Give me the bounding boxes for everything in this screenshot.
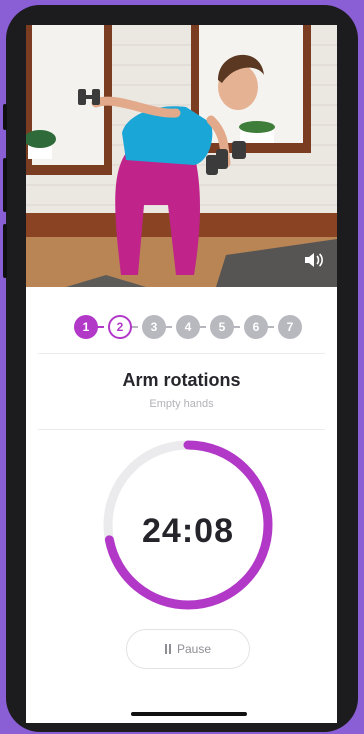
step-1[interactable]: 1 <box>74 315 98 339</box>
app-screen: 1 2 3 4 5 6 7 Arm rotations Empty hands … <box>26 25 337 723</box>
step-5[interactable]: 5 <box>210 315 234 339</box>
workout-video-frame <box>26 25 337 287</box>
step-3[interactable]: 3 <box>142 315 166 339</box>
exercise-title: Arm rotations <box>122 370 241 390</box>
divider <box>38 353 325 354</box>
step-4[interactable]: 4 <box>176 315 200 339</box>
pause-button[interactable]: Pause <box>126 629 250 669</box>
step-7[interactable]: 7 <box>278 315 302 339</box>
side-button <box>3 224 7 278</box>
pause-icon <box>164 644 171 654</box>
step-progress: 1 2 3 4 5 6 7 <box>26 315 337 339</box>
side-button <box>3 104 7 130</box>
speaker-icon[interactable] <box>303 251 325 269</box>
timer-value: 24:08 <box>142 512 234 550</box>
divider <box>38 429 325 430</box>
pause-label: Pause <box>176 642 212 656</box>
workout-video[interactable] <box>26 25 337 287</box>
step-6[interactable]: 6 <box>244 315 268 339</box>
home-indicator[interactable] <box>131 712 247 716</box>
step-2[interactable]: 2 <box>108 315 132 339</box>
exercise-subtitle: Empty hands <box>149 398 214 410</box>
side-button <box>3 158 7 212</box>
